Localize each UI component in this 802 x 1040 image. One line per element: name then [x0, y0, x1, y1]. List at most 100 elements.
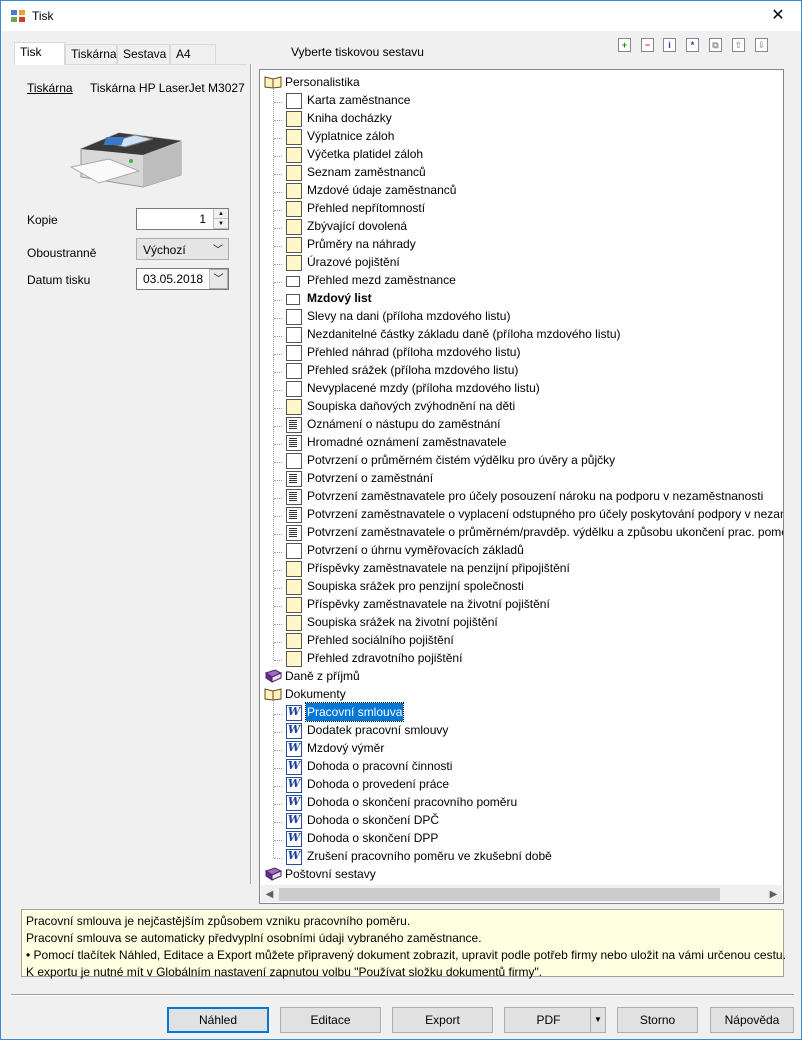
report-tree[interactable]: Personalistika Karta zaměstnance Kniha doc… — [259, 69, 784, 904]
word-doc-icon: W — [286, 849, 302, 865]
word-doc-icon: W — [286, 813, 302, 829]
print-date-field[interactable]: 03.05.2018 ﹀ — [136, 268, 229, 290]
tree-connector — [274, 372, 282, 373]
help-button[interactable]: Nápověda — [710, 1007, 794, 1033]
tree-connector — [274, 444, 282, 445]
copy-icon[interactable]: ⧉ — [709, 38, 722, 52]
printer-name: Tiskárna HP LaserJet M3027 — [90, 81, 245, 95]
printer-icon — [69, 132, 182, 188]
word-doc-icon: W — [286, 705, 302, 721]
yellow-doc-icon — [286, 111, 302, 127]
tree-connector — [274, 120, 282, 121]
tree-connector — [274, 534, 282, 535]
printer-link[interactable]: Tiskárna — [27, 81, 73, 95]
tree-item-label: Přehled zdravotního pojištění — [307, 651, 463, 665]
tab-a4[interactable]: A4 — [170, 44, 216, 64]
window-title: Tisk — [32, 9, 54, 23]
tree-item-label: Hromadné oznámení zaměstnavatele — [307, 435, 507, 449]
tab-tiskarna[interactable]: Tiskárna — [65, 44, 117, 64]
description-line: K exportu je nutné mít v Globálním nasta… — [26, 965, 543, 979]
tree-connector — [274, 102, 282, 103]
add-icon[interactable]: + — [618, 38, 631, 52]
print-date-value: 03.05.2018 — [143, 272, 204, 286]
tree-connector — [274, 192, 282, 193]
white-doc-icon — [286, 363, 302, 379]
stepper-up-icon[interactable]: ▲ — [214, 209, 228, 219]
pdf-button[interactable]: PDF ▼ — [504, 1007, 606, 1033]
yellow-doc-icon — [286, 219, 302, 235]
white-doc-icon — [286, 381, 302, 397]
stepper-buttons[interactable]: ▲ ▼ — [213, 209, 228, 229]
tree-item-label: Slevy na dani (příloha mzdového listu) — [307, 309, 511, 323]
description-panel: Pracovní smlouva je nejčastějším způsobe… — [21, 909, 786, 979]
move-up-icon[interactable]: ⇧ — [732, 38, 745, 52]
tree-connector — [274, 822, 282, 823]
move-down-icon[interactable]: ⇩ — [755, 38, 768, 52]
yellow-doc-icon — [286, 183, 302, 199]
tree-item-label: Mzdové údaje zaměstnanců — [307, 183, 457, 197]
tree-item-label: Dodatek pracovní smlouvy — [307, 723, 449, 737]
scroll-left-icon[interactable]: ◀ — [261, 886, 278, 903]
word-doc-icon: W — [286, 759, 302, 775]
chevron-down-icon: ﹀ — [213, 245, 223, 256]
scrollbar-thumb[interactable] — [279, 888, 720, 901]
tree-group-label: Poštovní sestavy — [285, 867, 376, 881]
description-line: • Pomocí tlačítek Náhled, Editace a Expo… — [26, 948, 786, 962]
tree-connector — [274, 354, 282, 355]
white-doc-icon — [286, 93, 302, 109]
tree-item-label: Dohoda o provedení práce — [307, 777, 450, 791]
tree-connector — [274, 606, 282, 607]
remove-icon[interactable]: − — [641, 38, 654, 52]
close-icon[interactable]: ✕ — [755, 1, 801, 31]
horizontal-scrollbar[interactable]: ◀ ▶ — [261, 885, 782, 902]
tab-sestava[interactable]: Sestava — [117, 44, 170, 64]
tree-item-label: Přehled nepřítomností — [307, 201, 426, 215]
tree-connector — [274, 228, 282, 229]
form-doc-icon — [286, 417, 302, 433]
word-doc-icon: W — [286, 777, 302, 793]
tree-item-label: Nezdanitelné částky základu daně (příloh… — [307, 327, 621, 341]
pdf-dropdown-icon[interactable]: ▼ — [590, 1008, 605, 1032]
tree-item-label: Oznámení o nástupu do zaměstnání — [307, 417, 501, 431]
tree-connector — [274, 300, 282, 301]
splitter[interactable] — [250, 64, 252, 884]
open-book-icon — [264, 75, 282, 91]
yellow-doc-icon — [286, 633, 302, 649]
pdf-button-label: PDF — [536, 1013, 561, 1027]
export-button[interactable]: Export — [392, 1007, 493, 1033]
tree-item-label: Dohoda o skončení DPČ — [307, 813, 440, 827]
tree-connector — [274, 156, 282, 157]
copies-stepper[interactable]: 1 ▲ ▼ — [136, 208, 229, 230]
cancel-button[interactable]: Storno — [617, 1007, 698, 1033]
yellow-doc-icon — [286, 129, 302, 145]
duplex-select[interactable]: Výchozí ﹀ — [136, 238, 229, 260]
preview-button[interactable]: Náhled — [167, 1007, 269, 1033]
tree-connector — [274, 480, 282, 481]
tree-item-label: Průměry na náhrady — [307, 237, 416, 251]
white-doc-icon — [286, 453, 302, 469]
calendar-dropdown-icon[interactable]: ﹀ — [209, 269, 228, 289]
stepper-down-icon[interactable]: ▼ — [214, 219, 228, 229]
info-icon[interactable]: i — [663, 38, 676, 52]
yellow-doc-icon — [286, 399, 302, 415]
tree-connector — [274, 498, 282, 499]
tree-item-label: Dohoda o pracovní činnosti — [307, 759, 453, 773]
scroll-right-icon[interactable]: ▶ — [765, 886, 782, 903]
tree-item-label: Kniha docházky — [307, 111, 392, 125]
yellow-doc-icon — [286, 579, 302, 595]
tab-tisk[interactable]: Tisk — [14, 42, 65, 65]
tree-item-label: Výčetka platidel záloh — [307, 147, 424, 161]
form-doc-icon — [286, 471, 302, 487]
word-doc-icon: W — [286, 831, 302, 847]
tree-connector — [274, 210, 282, 211]
duplex-label: Oboustranně — [27, 246, 97, 260]
tree-item-label: Potvrzení zaměstnavatele o vyplacení ods… — [307, 507, 784, 521]
tree-connector — [274, 462, 282, 463]
edit-button[interactable]: Editace — [280, 1007, 381, 1033]
white-doc-icon — [286, 345, 302, 361]
form-doc-icon — [286, 489, 302, 505]
star-icon[interactable]: * — [686, 38, 699, 52]
yellow-doc-icon — [286, 615, 302, 631]
description-line: Pracovní smlouva se automaticky předvypl… — [26, 931, 482, 945]
tree-connector — [274, 552, 282, 553]
